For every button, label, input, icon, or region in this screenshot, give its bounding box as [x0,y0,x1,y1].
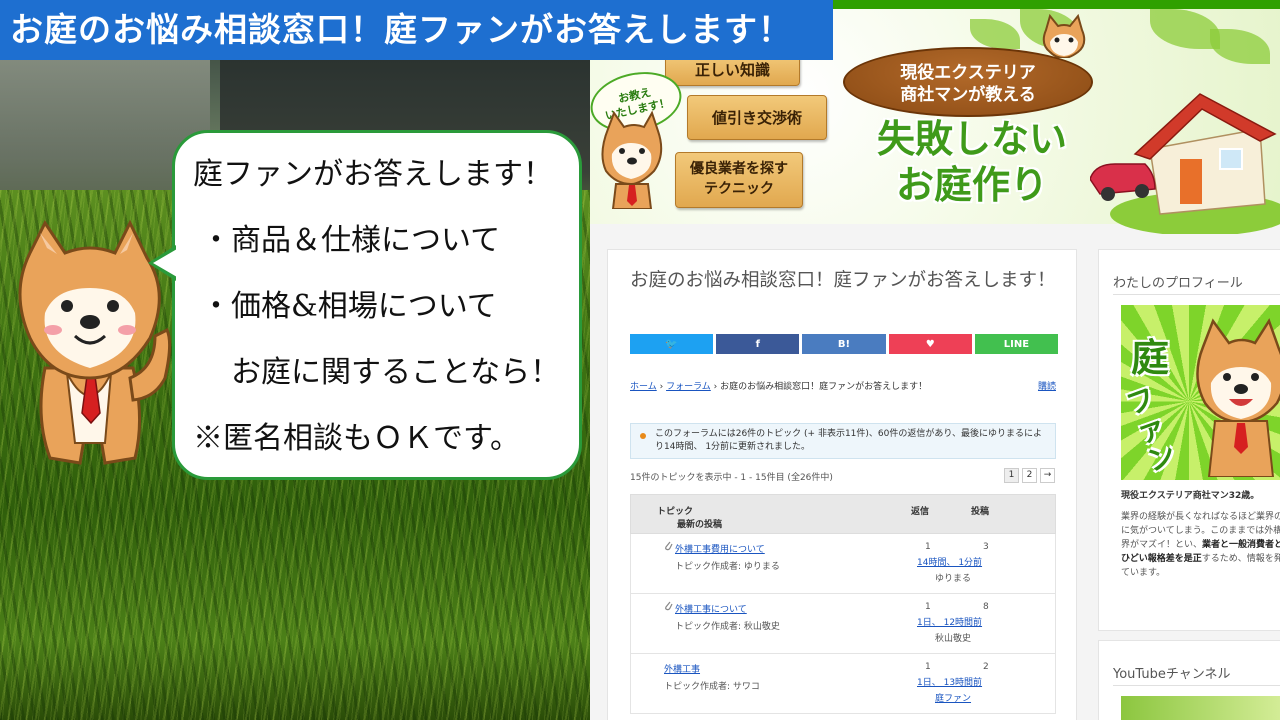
house-illustration-icon [1090,93,1280,234]
site-logo-title[interactable]: 失敗しない お庭作り [847,116,1097,208]
leaf-decor [970,19,1020,49]
small-shiba-icon [601,110,663,209]
paperclip-icon [665,601,673,611]
topic-posts: 8 [983,602,989,612]
topic-link[interactable]: 外構工事費用について [675,542,765,555]
topic-replies: 1 [925,542,931,552]
subscribe-link[interactable]: 購読 [1038,379,1056,392]
profile-shiba-icon [1196,318,1280,477]
twitter-icon: 🐦 [665,338,678,350]
bubble-line-3: ・価格&相場について [201,289,497,324]
breadcrumb-separator: › [710,382,721,392]
topic-author: トピック作成者: 秋山敬史 [675,622,780,632]
forum-content-card: お庭のお悩み相談窓口！庭ファンがお答えします！ 🐦 f B! ♥ LINE ホー… [607,249,1077,720]
next-page-button[interactable]: → [1040,468,1055,483]
pagination: 1 2 → [1004,468,1055,483]
page-2-button[interactable]: 2 [1022,468,1037,483]
profile-image: 庭 ファン [1121,305,1280,480]
topic-freshness-link[interactable]: 1日、 12時間前 [917,615,982,628]
topic-replies: 1 [925,602,931,612]
breadcrumb-home-link[interactable]: ホーム [630,382,657,392]
header-plank-3: 優良業者を探す テクニック [675,152,803,208]
pocket-share-button[interactable]: ♥ [888,334,972,354]
divider [1113,685,1280,686]
facebook-icon: f [755,338,760,350]
topic-author: トピック作成者: サワコ [664,682,760,692]
header-latest: 最新の投稿 [677,520,723,530]
topic-author: トピック作成者: ゆりまる [675,562,780,572]
table-row: 外構工事 トピック作成者: サワコ 1 2 1日、 13時間前 庭ファン [630,654,1056,714]
site-title-line: 失敗しない [876,117,1067,161]
speech-bubble-tail [148,245,177,281]
header-topic: トピック [657,507,694,517]
notice-text: このフォーラムには26件のトピック (+ 非表示11件)、60件の返信があり、最… [655,429,1043,452]
topic-last-poster: 秋山敬史 [935,634,972,644]
breadcrumb-separator: › [656,382,667,392]
plank-label: テクニック [704,181,774,197]
topic-posts: 3 [983,542,989,552]
bubble-line-5: ※匿名相談もＯＫです。 [193,421,520,456]
topic-replies: 1 [925,662,931,672]
twitter-share-button[interactable]: 🐦 [630,334,714,354]
topic-link[interactable]: 外構工事について [675,602,747,615]
topic-last-poster-link[interactable]: 庭ファン [935,691,971,704]
bubble-line-4: お庭に関することなら！ [231,355,561,390]
breadcrumb-current: お庭のお悩み相談窓口！庭ファンがお答えします！ [720,382,928,392]
plank-label: 優良業者を探す [690,161,788,177]
topics-table: トピック 最新の投稿 返信 投稿 外構工事費用について トピック作成者: ゆりま… [630,494,1056,714]
page-1-button[interactable]: 1 [1004,468,1019,483]
youtube-heading: YouTubeチャンネル [1113,667,1231,682]
topics-table-header: トピック 最新の投稿 返信 投稿 [630,494,1056,534]
line-icon: LINE [1003,338,1030,350]
profile-name: 現役エクステリア商社マン32歳。 [1121,491,1260,501]
post-title: お庭のお悩み相談窓口！庭ファンがお答えします！ [630,270,1056,291]
pocket-icon: ♥ [925,338,935,350]
divider [1113,294,1280,295]
table-row: 外構工事について トピック作成者: 秋山敬史 1 8 1日、 12時間前 秋山敬… [630,594,1056,654]
line-share-button[interactable]: LINE [974,334,1059,354]
profile-heading: わたしのプロフィール [1113,276,1243,291]
topic-posts: 2 [983,662,989,672]
header-posts: 投稿 [971,507,990,517]
bubble-line-2: ・商品＆仕様について [201,223,501,258]
website-view: 正しい知識 値引き交渉術 優良業者を探す テクニック お教え いたします！ 現役… [590,0,1280,720]
youtube-widget: YouTubeチャンネル [1098,640,1280,720]
hatena-icon: B! [837,338,851,350]
speech-bubble: 庭ファンがお答えします！ ・商品＆仕様について ・価格&相場について お庭に関す… [172,130,582,480]
table-row: 外構工事費用について トピック作成者: ゆりまる 1 3 14時間、 1分前 ゆ… [630,534,1056,594]
bubble-line-1: 庭ファンがお答えします！ [193,157,553,192]
oval-sign-line: 商社マンが教える [900,85,1036,105]
breadcrumb-forum-link[interactable]: フォーラム [666,382,711,392]
topic-link[interactable]: 外構工事 [664,662,700,675]
profile-image-katakana: ファン [1122,381,1181,479]
header-plank-2: 値引き交渉術 [687,95,827,140]
profile-widget: わたしのプロフィール 庭 ファン 現役エクステリア商社マン32歳。 業界の経験が… [1098,249,1280,631]
facebook-share-button[interactable]: f [716,334,800,354]
header-replies: 返信 [911,507,930,517]
plank-label: 正しい知識 [694,61,770,79]
youtube-thumbnail[interactable] [1121,696,1280,720]
peeking-shiba-icon [1042,14,1086,58]
topic-freshness-link[interactable]: 1日、 13時間前 [917,675,982,688]
forum-notice: このフォーラムには26件のトピック (+ 非表示11件)、60件の返信があり、最… [630,423,1056,459]
topic-last-poster: ゆりまる [935,574,972,584]
profile-description: 業界の経験が長くなればなるほど業界の闇に気がついてしまう。このままでは外構業界が… [1121,510,1280,580]
hero-photo: 庭ファンがお答えします！ ・商品＆仕様について ・価格&相場について お庭に関す… [0,0,590,720]
share-buttons: 🐦 f B! ♥ LINE [630,334,1059,354]
topic-count-text: 15件のトピックを表示中 - 1 - 15件目 (全26件中) [630,473,833,483]
hatena-share-button[interactable]: B! [802,334,886,354]
topic-freshness-link[interactable]: 14時間、 1分前 [917,555,982,568]
info-dot-icon [640,433,646,439]
breadcrumb: ホーム › フォーラム › お庭のお悩み相談窓口！庭ファンがお答えします！ [630,379,927,392]
page-title-banner: お庭のお悩み相談窓口！庭ファンがお答えします！ [0,0,833,60]
plank-label: 値引き交渉術 [711,109,802,127]
site-title-line: お庭作り [895,163,1048,207]
profile-image-kanji: 庭 [1131,335,1170,380]
oval-sign-line: 現役エクステリア [900,63,1036,83]
header-oval-sign: 現役エクステリア 商社マンが教える [843,47,1093,117]
paperclip-icon [665,541,673,551]
